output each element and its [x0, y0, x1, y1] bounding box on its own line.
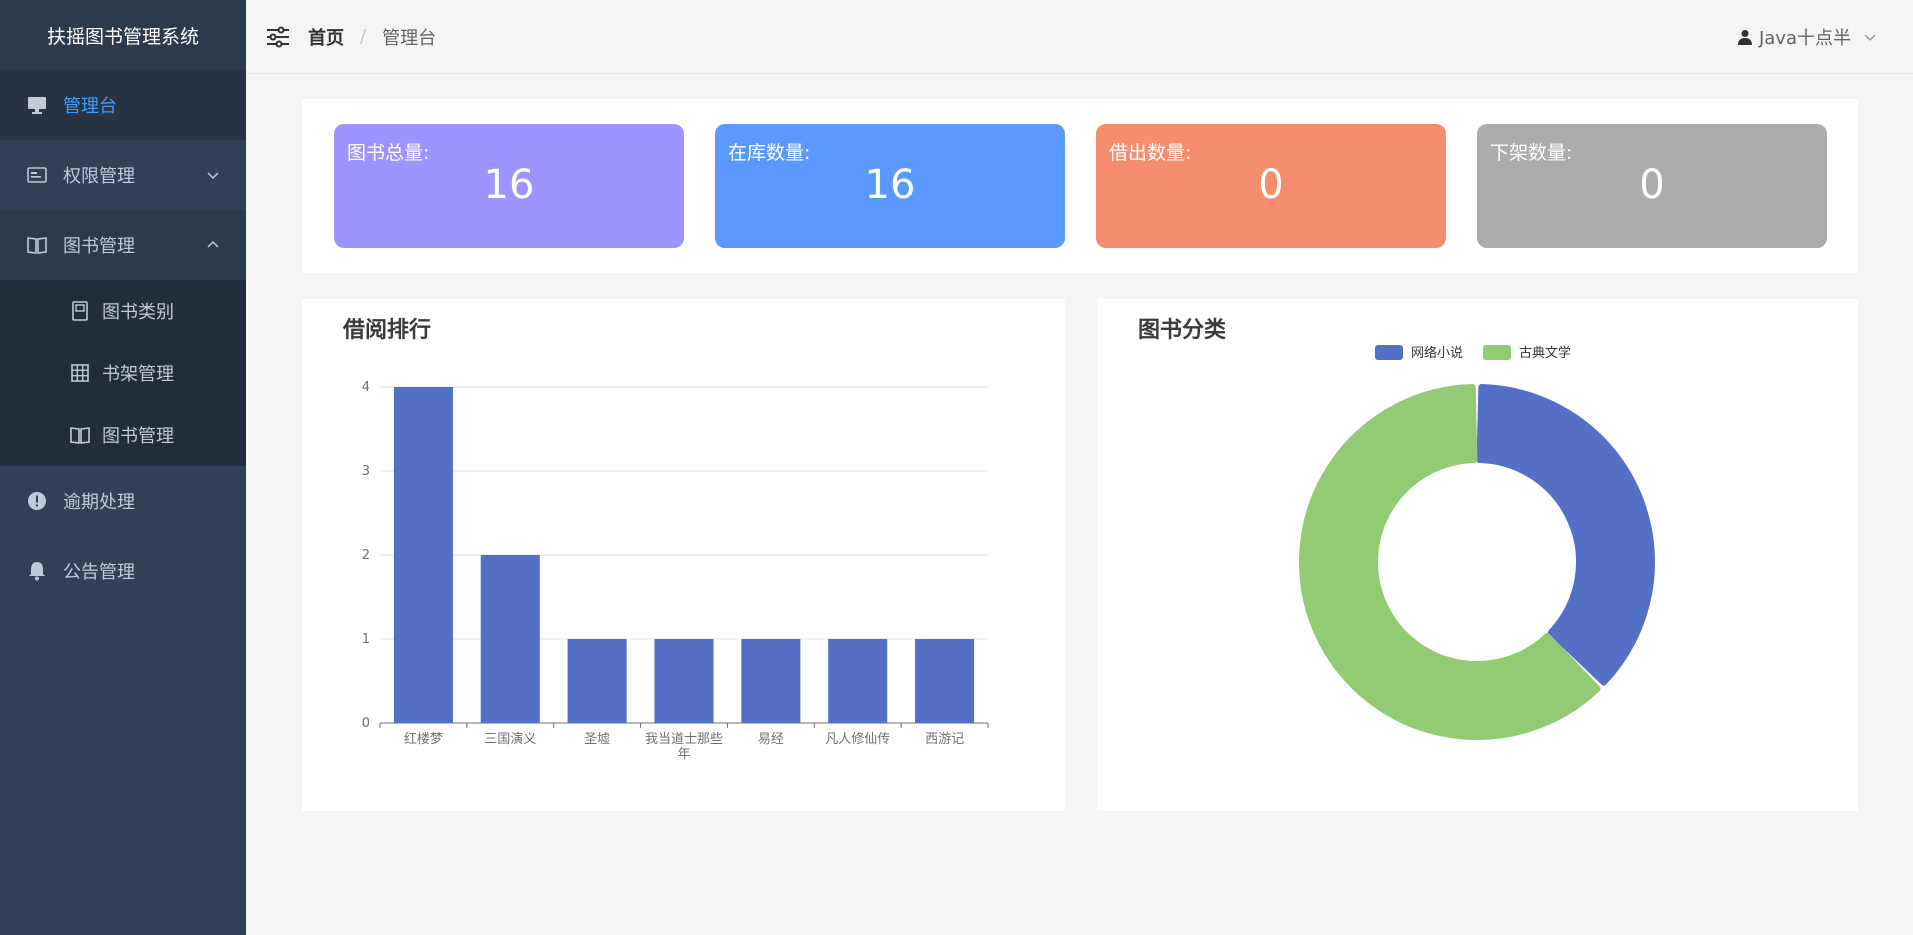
y-tick-label: 1	[362, 632, 370, 647]
breadcrumb-home-link[interactable]: 首页	[308, 24, 344, 50]
sidebar-subitem-label: 书架管理	[102, 364, 174, 385]
stat-label: 借出数量:	[1109, 142, 1192, 164]
stat-value: 0	[1639, 162, 1665, 208]
sidebar-item-label: 图书管理	[63, 236, 135, 257]
stat-label: 在库数量:	[728, 142, 811, 164]
stat-value: 16	[864, 162, 916, 208]
sidebar-item-label: 管理台	[63, 96, 117, 117]
breadcrumb-current: 管理台	[382, 27, 437, 49]
y-tick-label: 4	[362, 380, 370, 395]
book-category-donut-chart: 网络小说 古典文学	[1299, 345, 1655, 740]
warning-circle-icon	[26, 490, 48, 512]
legend-swatch	[1375, 345, 1403, 360]
chevron-up-icon	[207, 240, 219, 248]
monitor-icon	[26, 94, 48, 116]
sidebar: 扶摇图书管理系统 管理台 权限管理 图书管理 图书类别 书架管理 图书管理 逾期…	[0, 0, 246, 935]
books-submenu: 图书类别 书架管理 图书管理	[0, 280, 246, 466]
sidebar-item-announcements[interactable]: 公告管理	[0, 536, 246, 606]
app-logo-title: 扶摇图书管理系统	[0, 0, 246, 70]
borrow-ranking-bar-chart: 0 1 2 3 4 红楼梦 三国演义 圣墟 我当道士那些年 易经 凡人修仙传 西游记	[362, 380, 989, 762]
bar	[654, 639, 714, 723]
sidebar-item-overdue[interactable]: 逾期处理	[0, 466, 246, 536]
sidebar-subitem-book-management[interactable]: 图书管理	[0, 404, 246, 466]
stat-in-stock: 在库数量: 16	[715, 124, 1065, 248]
sidebar-item-books[interactable]: 图书管理	[0, 210, 246, 280]
breadcrumb-separator: /	[360, 26, 367, 47]
stat-label: 图书总量:	[347, 142, 430, 164]
bar	[480, 555, 540, 723]
breadcrumb: 首页 / 管理台	[308, 24, 436, 50]
bar	[741, 639, 801, 723]
sidebar-item-dashboard[interactable]: 管理台	[0, 70, 246, 140]
top-header: 首页 / 管理台 Java十点半	[246, 0, 1913, 74]
stat-delisted: 下架数量: 0	[1477, 124, 1827, 248]
stat-value: 0	[1258, 162, 1284, 208]
legend-label: 古典文学	[1519, 345, 1571, 361]
open-book-icon	[26, 234, 48, 256]
x-tick-label: 我当道士那些年	[645, 732, 723, 762]
stat-total-books: 图书总量: 16	[334, 124, 684, 248]
x-tick-label: 圣墟	[584, 732, 610, 747]
x-tick-label: 三国演义	[484, 731, 536, 747]
bell-icon	[26, 560, 48, 582]
grid-icon	[70, 363, 90, 383]
legend-label: 网络小说	[1411, 345, 1463, 361]
sidebar-item-label: 公告管理	[63, 562, 135, 583]
chevron-down-icon	[207, 172, 219, 180]
sidebar-item-label: 逾期处理	[63, 492, 135, 513]
x-tick-label: 西游记	[925, 732, 964, 747]
bar	[567, 639, 627, 723]
open-book-icon	[70, 425, 90, 445]
bar	[828, 639, 888, 723]
bar	[393, 387, 453, 723]
stat-value: 16	[483, 162, 535, 208]
stats-card: 图书总量: 16 在库数量: 16 借出数量: 0 下架数量: 0	[302, 99, 1858, 273]
bar	[915, 639, 975, 723]
book-icon	[70, 301, 90, 321]
sidebar-item-permissions[interactable]: 权限管理	[0, 140, 246, 210]
stat-borrowed: 借出数量: 0	[1096, 124, 1446, 248]
user-icon	[1737, 30, 1752, 45]
y-tick-label: 3	[362, 464, 370, 479]
stat-label: 下架数量:	[1490, 142, 1573, 164]
chevron-down-icon	[1864, 34, 1876, 41]
y-tick-label: 0	[362, 716, 370, 731]
y-tick-label: 2	[362, 548, 370, 563]
user-name: Java十点半	[1758, 28, 1851, 49]
legend-swatch	[1483, 345, 1511, 360]
user-menu[interactable]: Java十点半	[1737, 0, 1877, 74]
sidebar-subitem-book-categories[interactable]: 图书类别	[0, 280, 246, 342]
sidebar-subitem-label: 图书管理	[102, 426, 174, 447]
x-tick-label: 易经	[758, 732, 784, 747]
id-card-icon	[26, 164, 48, 186]
sidebar-subitem-shelf-management[interactable]: 书架管理	[0, 342, 246, 404]
sidebar-subitem-label: 图书类别	[102, 302, 174, 323]
borrow-ranking-panel: 借阅排行 0 1 2 3 4 红楼梦 三国演义 圣墟 我当道士那些年 易经 凡人修仙传 西游记	[302, 299, 1065, 811]
sidebar-item-label: 权限管理	[63, 166, 135, 187]
sidebar-toggle-icon[interactable]	[266, 25, 290, 49]
x-tick-label: 凡人修仙传	[825, 732, 890, 747]
book-category-panel: 图书分类 网络小说 古典文学	[1097, 299, 1858, 811]
x-tick-label: 红楼梦	[404, 731, 443, 747]
donut-slice	[1476, 384, 1655, 686]
